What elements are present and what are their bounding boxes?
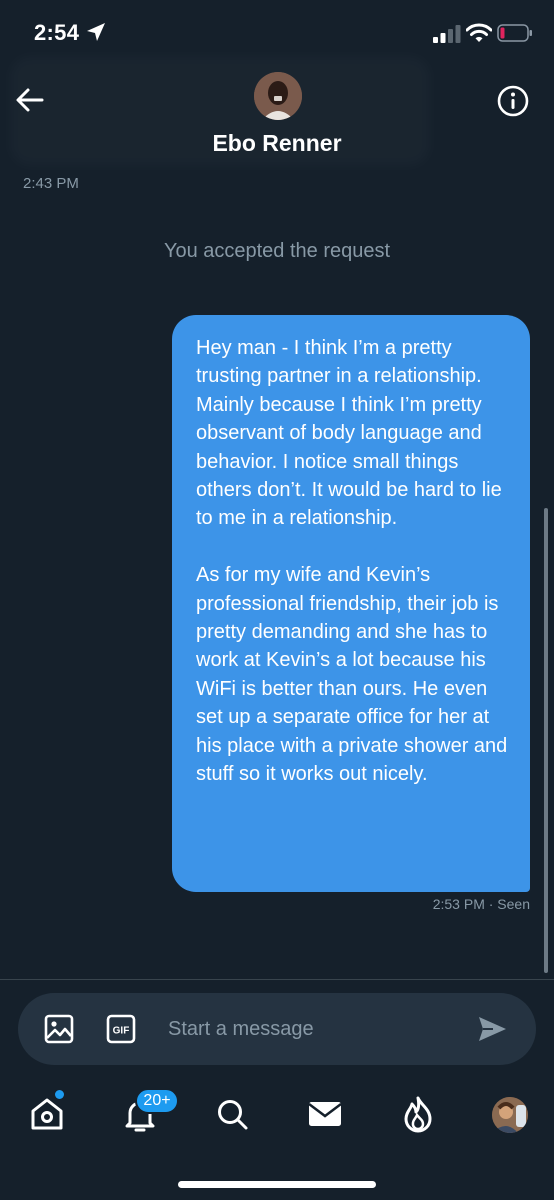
tab-bar: 20+ [0, 1082, 554, 1152]
message-input[interactable] [168, 1010, 458, 1048]
spaces-tab[interactable] [396, 1092, 440, 1136]
home-tab[interactable] [25, 1092, 69, 1136]
sent-message-bubble[interactable]: Hey man - I think I’m a pretty trusting … [172, 315, 530, 892]
profile-avatar[interactable] [492, 1097, 528, 1133]
location-arrow-icon [87, 23, 105, 41]
message-meta: 2:53 PM · Seen [433, 896, 530, 912]
image-icon[interactable] [43, 1013, 75, 1045]
gif-icon[interactable]: GIF [106, 1014, 136, 1044]
info-icon[interactable] [494, 82, 532, 120]
earlier-message-timestamp: 2:43 PM [23, 175, 79, 192]
message-paragraph: As for my wife and Kevin’s professional … [196, 564, 508, 786]
divider [0, 979, 554, 980]
messages-tab[interactable] [303, 1092, 347, 1136]
spaces-flame-icon [404, 1096, 432, 1133]
system-message: You accepted the request [163, 240, 391, 262]
search-tab[interactable] [210, 1092, 254, 1136]
conversation-header: Ebo Renner [0, 66, 554, 176]
profile-avatar-image [492, 1097, 528, 1133]
contact-avatar[interactable] [254, 72, 302, 120]
scrollbar[interactable] [544, 508, 548, 973]
message-composer: GIF [18, 993, 536, 1065]
send-icon[interactable] [476, 1013, 508, 1045]
home-indicator [178, 1181, 376, 1188]
cellular-signal-icon [433, 25, 461, 43]
messages-mail-icon [308, 1102, 342, 1126]
home-icon [31, 1098, 63, 1130]
battery-low-icon [497, 24, 532, 42]
back-arrow-icon[interactable] [12, 82, 48, 118]
contact-name[interactable]: Ebo Renner [0, 130, 554, 157]
search-icon [218, 1100, 248, 1130]
notifications-badge: 20+ [135, 1088, 179, 1114]
home-new-dot [55, 1090, 64, 1099]
gif-label: GIF [113, 1026, 130, 1037]
message-paragraph: Hey man - I think I’m a pretty trusting … [196, 337, 502, 530]
wifi-icon [466, 23, 492, 42]
contact-avatar-image [254, 72, 302, 120]
status-time: 2:54 [34, 20, 80, 45]
message-time: 2:53 PM [432, 896, 485, 912]
seen-status: · Seen [488, 896, 530, 912]
